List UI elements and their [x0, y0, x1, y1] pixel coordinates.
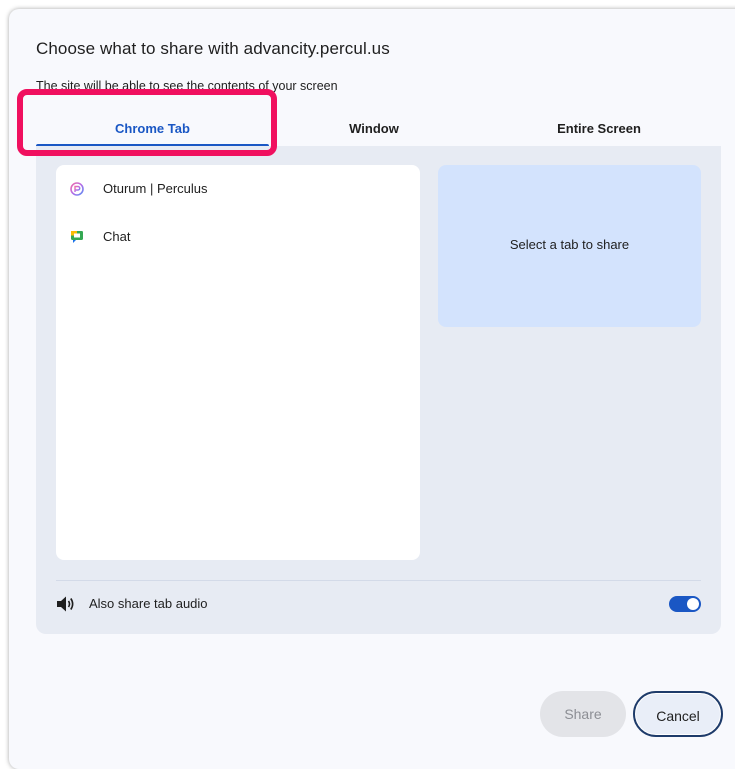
speaker-icon [57, 596, 74, 612]
toggle-knob [687, 598, 699, 610]
list-item[interactable]: Oturum | Perculus [56, 174, 420, 204]
perculus-icon [70, 182, 84, 196]
list-item[interactable]: Chat [56, 222, 420, 252]
share-content-panel: Oturum | Perculus Chat Select a tab to s… [36, 146, 721, 634]
share-button[interactable]: Share [540, 691, 626, 737]
google-chat-icon [71, 231, 83, 243]
list-item-label: Oturum | Perculus [103, 181, 208, 196]
dialog-title: Choose what to share with advancity.perc… [36, 39, 390, 58]
share-dialog: Choose what to share with advancity.perc… [9, 9, 735, 769]
tab-preview-area: Select a tab to share [438, 165, 701, 327]
preview-placeholder-text: Select a tab to share [509, 237, 630, 252]
audio-share-row: Also share tab audio [56, 580, 701, 635]
tab-window[interactable]: Window [286, 112, 462, 146]
source-tabs: Chrome Tab Window Entire Screen [36, 112, 721, 147]
browser-tab-list: Oturum | Perculus Chat [56, 165, 420, 560]
cancel-button[interactable]: Cancel [633, 691, 723, 737]
audio-share-label: Also share tab audio [89, 596, 208, 611]
tab-entire-screen[interactable]: Entire Screen [486, 112, 712, 146]
dialog-subtitle: The site will be able to see the content… [36, 79, 338, 93]
tab-chrome-tab[interactable]: Chrome Tab [36, 112, 269, 147]
list-item-label: Chat [103, 229, 131, 244]
audio-share-toggle[interactable] [669, 596, 701, 612]
